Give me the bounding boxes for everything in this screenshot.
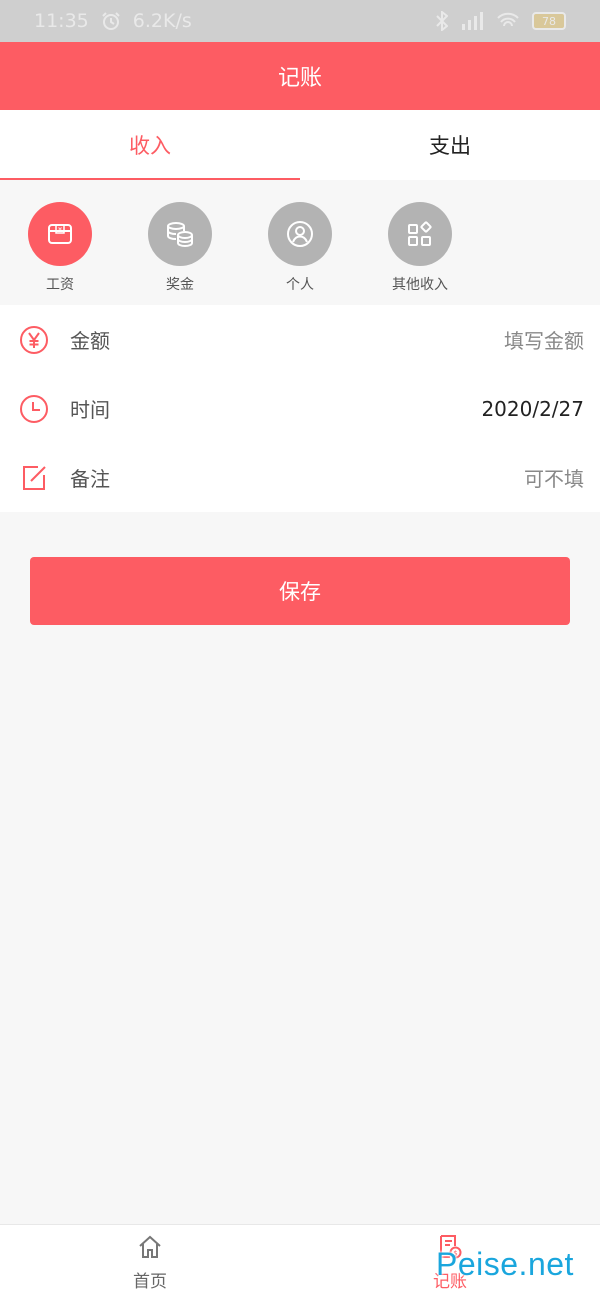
status-bar: 11:35 6.2K/s 78 xyxy=(0,0,600,42)
signal-icon xyxy=(460,12,484,30)
home-icon xyxy=(137,1234,163,1264)
tab-income[interactable]: 收入 xyxy=(0,110,300,180)
person-icon xyxy=(268,202,332,266)
amount-input[interactable]: 填写金额 xyxy=(504,325,584,354)
category-bonus-label: 奖金 xyxy=(166,277,194,293)
category-other-income[interactable]: 其他收入 xyxy=(360,180,480,305)
page-title: 记账 xyxy=(277,66,322,91)
category-list: ¥ 工资 奖金 个人 其他收入 xyxy=(0,180,600,305)
nav-home[interactable]: 首页 xyxy=(0,1225,300,1300)
clock-icon xyxy=(18,393,50,425)
amount-field[interactable]: 金额 填写金额 xyxy=(0,305,600,374)
wifi-icon xyxy=(496,12,520,30)
network-speed: 6.2K/s xyxy=(132,10,192,32)
type-tabs: 收入 支出 xyxy=(0,110,600,180)
watermark: Peise.net xyxy=(436,1246,574,1282)
wallet-icon: ¥ xyxy=(28,202,92,266)
category-personal[interactable]: 个人 xyxy=(240,180,360,305)
status-time: 11:35 xyxy=(34,10,89,32)
note-input[interactable]: 可不填 xyxy=(524,463,584,492)
entry-form: 金额 填写金额 时间 2020/2/27 备注 可不填 xyxy=(0,305,600,512)
time-field[interactable]: 时间 2020/2/27 xyxy=(0,374,600,443)
category-bonus[interactable]: 奖金 xyxy=(120,180,240,305)
edit-icon xyxy=(18,462,50,494)
category-personal-label: 个人 xyxy=(286,277,314,293)
time-label: 时间 xyxy=(70,398,110,422)
tab-expense[interactable]: 支出 xyxy=(300,110,600,180)
app-bar: 记账 xyxy=(0,42,600,110)
battery-icon: 78 xyxy=(532,12,566,30)
tab-income-label: 收入 xyxy=(129,134,171,158)
bluetooth-icon xyxy=(436,11,448,31)
coins-icon xyxy=(148,202,212,266)
note-label: 备注 xyxy=(70,467,110,491)
amount-label: 金额 xyxy=(70,329,110,353)
category-other-income-label: 其他收入 xyxy=(392,277,448,293)
alarm-icon xyxy=(101,11,121,31)
category-salary[interactable]: ¥ 工资 xyxy=(0,180,120,305)
apps-icon xyxy=(388,202,452,266)
note-field[interactable]: 备注 可不填 xyxy=(0,443,600,512)
save-button[interactable]: 保存 xyxy=(30,557,570,625)
date-value[interactable]: 2020/2/27 xyxy=(481,397,584,421)
save-button-label: 保存 xyxy=(279,580,321,604)
yen-icon xyxy=(18,324,50,356)
nav-home-label: 首页 xyxy=(133,1271,167,1292)
svg-text:¥: ¥ xyxy=(58,227,62,234)
tab-expense-label: 支出 xyxy=(429,134,471,158)
category-salary-label: 工资 xyxy=(46,277,74,293)
